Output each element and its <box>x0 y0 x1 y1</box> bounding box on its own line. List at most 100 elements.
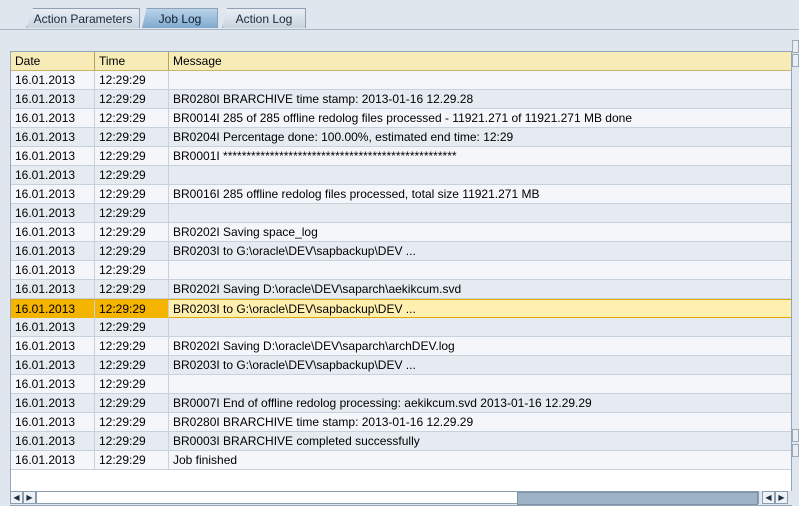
cell-time: 12:29:29 <box>95 337 169 355</box>
cell-message: BR0003I BRARCHIVE completed successfully <box>173 434 420 448</box>
cell-message <box>169 204 791 222</box>
scroll-right-icon-right[interactable]: ▶ <box>775 491 788 504</box>
job-log-table: Date Time Message 16.01.2013 12:29:29 16.0… <box>10 51 792 506</box>
cell-message: BR0007I End of offline redolog processin… <box>173 396 592 410</box>
cell-date: 16.01.2013 <box>11 318 95 336</box>
table-row[interactable]: 16.01.2013 12:29:29 <box>11 375 791 394</box>
cell-message: BR0001I ********************************… <box>173 149 457 163</box>
cell-message: BR0204I Percentage done: 100.00%, estima… <box>173 130 514 144</box>
cell-time: 12:29:29 <box>95 185 169 203</box>
cell-date: 16.01.2013 <box>11 280 95 298</box>
cell-message <box>169 261 791 279</box>
cell-message: BR0280I BRARCHIVE time stamp: 2013-01-16… <box>173 415 474 429</box>
table-row[interactable]: 16.01.2013 12:29:29 Job finished <box>11 451 791 470</box>
scroll-right-icon[interactable]: ▶ <box>23 491 36 504</box>
cell-message: BR0014I 285 of 285 offline redolog files… <box>173 111 632 125</box>
table-row[interactable]: 16.01.2013 12:29:29 BR0007I End of offline… <box>11 394 791 413</box>
tab-job-log[interactable]: Job Log <box>142 8 218 28</box>
table-row[interactable]: 16.01.2013 12:29:29 BR0014I 285 of 285 off… <box>11 109 791 128</box>
cell-date: 16.01.2013 <box>11 71 95 89</box>
table-row[interactable]: 16.01.2013 12:29:29 BR0202I Saving space_l… <box>11 223 791 242</box>
cell-date: 16.01.2013 <box>11 432 95 450</box>
cell-date: 16.01.2013 <box>11 90 95 108</box>
column-header-date[interactable]: Date <box>11 52 95 70</box>
cell-time: 12:29:29 <box>95 394 169 412</box>
tab-action-log[interactable]: Action Log <box>222 8 306 28</box>
cell-time: 12:29:29 <box>95 356 169 374</box>
job-log-panel: Date Time Message 16.01.2013 12:29:29 16.0… <box>0 30 799 506</box>
table-row[interactable]: 16.01.2013 12:29:29 BR0203I to G:\oracle\D… <box>11 299 791 318</box>
table-body: 16.01.2013 12:29:29 16.01.2013 12:29:29 BR02… <box>11 71 791 470</box>
cell-date: 16.01.2013 <box>11 300 95 318</box>
cell-message: BR0203I to G:\oracle\DEV\sapbackup\DEV .… <box>173 302 416 316</box>
cell-message: BR0280I BRARCHIVE time stamp: 2013-01-16… <box>173 92 474 106</box>
cell-message <box>169 71 791 89</box>
cell-date: 16.01.2013 <box>11 185 95 203</box>
scroll-page-down-button[interactable] <box>792 429 799 442</box>
table-row[interactable]: 16.01.2013 12:29:29 BR0001I **************… <box>11 147 791 166</box>
table-row[interactable]: 16.01.2013 12:29:29 BR0204I Percentage don… <box>11 128 791 147</box>
cell-message: BR0202I Saving D:\oracle\DEV\saparch\aek… <box>173 282 462 296</box>
table-header: Date Time Message <box>11 52 791 71</box>
cell-message: BR0202I Saving space_log <box>173 225 318 239</box>
scroll-down-button[interactable] <box>792 444 799 457</box>
table-row[interactable]: 16.01.2013 12:29:29 BR0280I BRARCHIVE time… <box>11 90 791 109</box>
cell-time: 12:29:29 <box>95 128 169 146</box>
cell-time: 12:29:29 <box>95 280 169 298</box>
table-row[interactable]: 16.01.2013 12:29:29 BR0202I Saving D:\orac… <box>11 280 791 299</box>
cell-date: 16.01.2013 <box>11 166 95 184</box>
column-header-message[interactable]: Message <box>169 52 791 70</box>
cell-date: 16.01.2013 <box>11 109 95 127</box>
table-row[interactable]: 16.01.2013 12:29:29 <box>11 166 791 185</box>
cell-date: 16.01.2013 <box>11 337 95 355</box>
cell-message: BR0202I Saving D:\oracle\DEV\saparch\arc… <box>173 339 455 353</box>
cell-time: 12:29:29 <box>95 109 169 127</box>
cell-time: 12:29:29 <box>95 375 169 393</box>
cell-date: 16.01.2013 <box>11 413 95 431</box>
table-row[interactable]: 16.01.2013 12:29:29 BR0016I 285 offline re… <box>11 185 791 204</box>
cell-time: 12:29:29 <box>95 223 169 241</box>
scroll-thumb[interactable] <box>517 492 758 505</box>
table-row[interactable]: 16.01.2013 12:29:29 BR0202I Saving D:\orac… <box>11 337 791 356</box>
cell-time: 12:29:29 <box>95 261 169 279</box>
table-row[interactable]: 16.01.2013 12:29:29 <box>11 318 791 337</box>
horizontal-scrollbar[interactable]: ◀ ▶ ◀ ▶ <box>10 491 799 505</box>
table-row[interactable]: 16.01.2013 12:29:29 BR0280I BRARCHIVE time… <box>11 413 791 432</box>
vertical-scrollbar[interactable] <box>792 21 799 491</box>
table-row[interactable]: 16.01.2013 12:29:29 BR0203I to G:\oracle\D… <box>11 242 791 261</box>
table-row[interactable]: 16.01.2013 12:29:29 <box>11 204 791 223</box>
cell-time: 12:29:29 <box>95 242 169 260</box>
cell-message <box>169 166 791 184</box>
scroll-up-button[interactable] <box>792 40 799 53</box>
column-header-time[interactable]: Time <box>95 52 169 70</box>
cell-date: 16.01.2013 <box>11 394 95 412</box>
cell-message <box>169 318 791 336</box>
cell-time: 12:29:29 <box>95 432 169 450</box>
cell-time: 12:29:29 <box>95 318 169 336</box>
scroll-left-icon[interactable]: ◀ <box>10 491 23 504</box>
table-row[interactable]: 16.01.2013 12:29:29 BR0203I to G:\oracle\D… <box>11 356 791 375</box>
cell-time: 12:29:29 <box>95 166 169 184</box>
cell-date: 16.01.2013 <box>11 204 95 222</box>
cell-date: 16.01.2013 <box>11 128 95 146</box>
cell-date: 16.01.2013 <box>11 223 95 241</box>
cell-date: 16.01.2013 <box>11 147 95 165</box>
scroll-track[interactable] <box>36 491 759 505</box>
table-row[interactable]: 16.01.2013 12:29:29 <box>11 261 791 280</box>
cell-time: 12:29:29 <box>95 451 169 469</box>
cell-message: Job finished <box>173 453 238 467</box>
cell-message: BR0203I to G:\oracle\DEV\sapbackup\DEV .… <box>173 244 416 258</box>
tab-strip: Action Parameters Job Log Action Log <box>0 0 799 30</box>
cell-time: 12:29:29 <box>95 204 169 222</box>
cell-time: 12:29:29 <box>95 71 169 89</box>
cell-date: 16.01.2013 <box>11 261 95 279</box>
tab-action-parameters[interactable]: Action Parameters <box>26 8 140 28</box>
cell-time: 12:29:29 <box>95 90 169 108</box>
scroll-page-up-button[interactable] <box>792 54 799 67</box>
table-row[interactable]: 16.01.2013 12:29:29 <box>11 71 791 90</box>
cell-time: 12:29:29 <box>95 413 169 431</box>
cell-date: 16.01.2013 <box>11 242 95 260</box>
table-row[interactable]: 16.01.2013 12:29:29 BR0003I BRARCHIVE comp… <box>11 432 791 451</box>
scroll-left-icon-right[interactable]: ◀ <box>762 491 775 504</box>
cell-message: BR0203I to G:\oracle\DEV\sapbackup\DEV .… <box>173 358 416 372</box>
